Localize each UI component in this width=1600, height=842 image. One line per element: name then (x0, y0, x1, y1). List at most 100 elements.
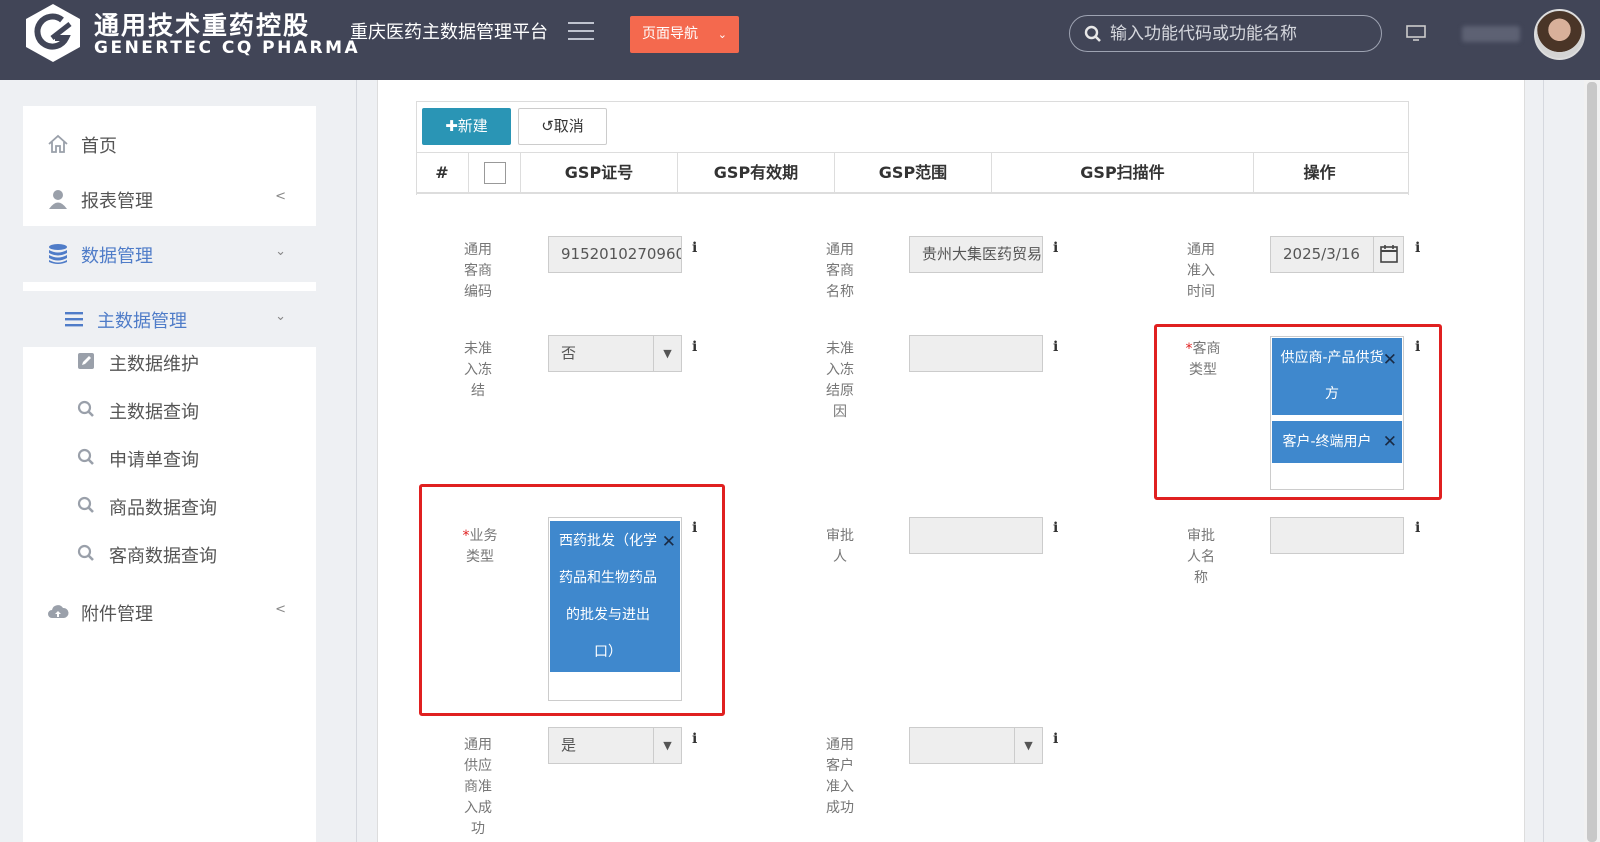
sidebar-item-reports[interactable]: 报表管理 < (23, 171, 316, 227)
sidebar-item-data[interactable]: 数据管理 ⌄ (23, 226, 316, 282)
column-header-actions: 操作 (1253, 153, 1385, 193)
remove-tag-icon[interactable]: ✕ (1383, 342, 1397, 378)
label-partner-type: *客商类型 (1181, 339, 1225, 381)
sidebar-label-application-query: 申请单查询 (109, 450, 199, 471)
info-icon[interactable]: i (1053, 731, 1058, 747)
unadmitted-freeze-value: 否 (561, 344, 577, 362)
partner-type-text: 客商类型 (1189, 341, 1221, 378)
supplier-admitted-select[interactable]: 是 ▼ (548, 727, 682, 764)
user-name-blurred[interactable] (1462, 26, 1520, 42)
sidebar-item-product-query[interactable]: 商品数据查询 (23, 482, 316, 530)
info-icon[interactable]: i (1053, 240, 1058, 256)
logo-chinese-text: 通用技术重药控股 (94, 11, 311, 40)
approver-field[interactable] (909, 517, 1043, 554)
new-button-label: 新建 (457, 117, 488, 135)
remove-tag-icon[interactable]: ✕ (1383, 421, 1397, 463)
chevron-down-icon: ⌄ (275, 244, 286, 259)
company-logo-icon (26, 4, 80, 62)
function-search-box[interactable] (1069, 15, 1382, 52)
info-icon[interactable]: i (692, 731, 697, 747)
label-admission-time: 通用准入时间 (1187, 242, 1215, 300)
sidebar-label-attachments: 附件管理 (81, 604, 153, 625)
sidebar-label-home: 首页 (81, 136, 117, 157)
edit-icon (78, 353, 94, 369)
column-header-gsp-number[interactable]: GSP证号 (520, 153, 677, 193)
partner-name-field[interactable]: 贵州大集医药贸易 (909, 236, 1043, 273)
search-icon (77, 496, 94, 513)
search-icon (1084, 25, 1101, 42)
cancel-button-label: 取消 (553, 117, 584, 135)
partner-type-multiselect[interactable]: 供应商-产品供货方 ✕ 客户-终端用户 ✕ (1270, 336, 1404, 490)
admission-time-value: 2025/3/16 (1283, 245, 1360, 263)
column-header-gsp-scope[interactable]: GSP范围 (834, 153, 991, 193)
partner-code-field[interactable]: 91520102709603 (548, 236, 682, 273)
user-icon (49, 190, 67, 209)
tag-western-wholesale-label: 西药批发（化学药品和生物药品的批发与进出口） (559, 533, 657, 660)
page-navigation-label: 页面导航 (642, 26, 698, 42)
column-header-gsp-scan[interactable]: GSP扫描件 (991, 153, 1253, 193)
dropdown-arrow-icon: ▼ (653, 336, 681, 371)
sidebar-label-master-query: 主数据查询 (109, 402, 199, 423)
vertical-scrollbar[interactable] (1584, 80, 1600, 842)
sidebar-item-attachments[interactable]: 附件管理 < (23, 584, 316, 640)
search-icon (77, 400, 94, 417)
column-header-gsp-validity[interactable]: GSP有效期 (677, 153, 834, 193)
label-partner-code: 通用客商编码 (464, 242, 492, 300)
info-icon[interactable]: i (1415, 240, 1420, 256)
supplier-admitted-value: 是 (561, 736, 577, 754)
info-icon[interactable]: i (1053, 339, 1058, 355)
select-all-checkbox[interactable] (484, 162, 506, 184)
cancel-gsp-button[interactable]: ↺取消 (518, 108, 607, 145)
label-freeze-reason: 未准入冻结原因 (826, 341, 854, 420)
dropdown-arrow-icon: ▼ (653, 728, 681, 763)
logo-english-text: GENERTEC CQ PHARMA (94, 38, 361, 58)
database-icon (49, 244, 67, 264)
label-business-type: *业务类型 (458, 526, 502, 568)
undo-icon: ↺ (541, 117, 554, 135)
label-supplier-admitted: 通用供应商准入成功 (464, 737, 492, 837)
chevron-left-icon: < (275, 189, 286, 204)
tag-customer-label: 客户-终端用户 (1282, 434, 1372, 450)
label-approver: 审批人 (826, 528, 854, 565)
admission-time-field[interactable]: 2025/3/16 (1270, 236, 1404, 273)
cloud-upload-icon (48, 605, 69, 618)
user-avatar[interactable] (1534, 9, 1585, 60)
chevron-down-icon: ⌄ (717, 28, 727, 41)
menu-toggle-icon[interactable] (568, 22, 594, 44)
info-icon[interactable]: i (1053, 520, 1058, 536)
scrollbar-thumb[interactable] (1587, 82, 1597, 842)
calendar-icon[interactable] (1373, 237, 1403, 272)
info-icon[interactable]: i (692, 240, 697, 256)
info-icon[interactable]: i (692, 520, 697, 536)
sidebar-label-reports: 报表管理 (81, 191, 153, 212)
sidebar-label-product-query: 商品数据查询 (109, 498, 217, 519)
required-mark: * (1185, 341, 1193, 357)
customer-admitted-select[interactable]: ▼ (909, 727, 1043, 764)
label-customer-admitted: 通用客户准入成功 (826, 737, 854, 816)
monitor-icon[interactable] (1406, 25, 1426, 41)
page-navigation-button[interactable]: 页面导航 ⌄ (630, 16, 739, 53)
info-icon[interactable]: i (1415, 339, 1420, 355)
sidebar-item-application-query[interactable]: 申请单查询 (23, 434, 316, 482)
info-icon[interactable]: i (692, 339, 697, 355)
sidebar-label-master-data: 主数据管理 (97, 311, 187, 332)
sidebar-item-master-query[interactable]: 主数据查询 (23, 386, 316, 434)
new-gsp-button[interactable]: ✚新建 (422, 108, 511, 145)
sidebar-item-partner-query[interactable]: 客商数据查询 (23, 530, 316, 578)
search-icon (77, 544, 94, 561)
remove-tag-icon[interactable]: ✕ (662, 524, 676, 561)
home-icon (48, 134, 68, 153)
sidebar-label-master-maintain: 主数据维护 (109, 354, 199, 375)
freeze-reason-field[interactable] (909, 335, 1043, 372)
column-header-index: # (435, 163, 449, 182)
function-search-input[interactable] (1110, 22, 1370, 46)
business-type-multiselect[interactable]: 西药批发（化学药品和生物药品的批发与进出口） ✕ (548, 517, 682, 701)
unadmitted-freeze-select[interactable]: 否 ▼ (548, 335, 682, 372)
sidebar-item-home[interactable]: 首页 (23, 116, 316, 172)
info-icon[interactable]: i (1415, 520, 1420, 536)
required-mark: * (462, 528, 470, 544)
label-unadmitted-freeze: 未准入冻结 (464, 341, 492, 399)
approver-name-field[interactable] (1270, 517, 1404, 554)
tag-supplier: 供应商-产品供货方 ✕ (1272, 338, 1402, 415)
sidebar-item-master-maintain[interactable]: 主数据维护 (23, 338, 316, 386)
